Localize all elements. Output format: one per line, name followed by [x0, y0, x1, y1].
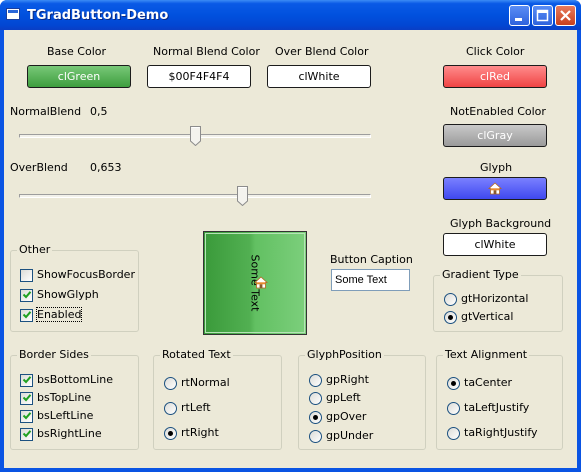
gp-over-radio[interactable] — [309, 411, 322, 424]
ta-left-justify-radio[interactable] — [447, 402, 460, 415]
ta-right-justify-label: taRightJustify — [464, 426, 538, 439]
click-color-button[interactable]: clRed — [443, 65, 547, 88]
gt-horizontal-radio[interactable] — [444, 293, 457, 306]
normal-blend-color-button[interactable]: $00F4F4F4 — [147, 65, 251, 88]
normal-blend-value: 0,5 — [90, 105, 108, 118]
gp-under-radio[interactable] — [309, 430, 322, 443]
minimize-icon — [515, 18, 522, 21]
over-blend-value: 0,653 — [90, 161, 122, 174]
app-window: TGradButton-Demo Base Color clGreen Norm… — [0, 0, 581, 472]
ta-center-radio[interactable] — [447, 377, 460, 390]
glyph-button[interactable] — [443, 177, 547, 200]
rt-normal-label: rtNormal — [181, 376, 230, 389]
gp-under-label: gpUnder — [326, 429, 374, 442]
bs-bottom-line-label: bsBottomLine — [37, 373, 113, 386]
glyph-position-group: GlyphPosition gpRight gpLeft gpOver gpUn… — [298, 348, 426, 450]
bs-left-line-checkbox[interactable] — [20, 410, 33, 423]
checkmark-icon — [22, 394, 32, 402]
rotated-text-group: Rotated Text rtNormal rtLeft rtRight — [153, 348, 282, 450]
ta-right-justify-radio[interactable] — [447, 427, 460, 440]
gp-right-label: gpRight — [326, 373, 369, 386]
window-title: TGradButton-Demo — [27, 8, 169, 23]
close-icon — [560, 10, 571, 21]
bs-right-line-label: bsRightLine — [37, 427, 102, 440]
maximize-button[interactable] — [532, 5, 553, 26]
glyph-background-button[interactable]: clWhite — [443, 233, 547, 256]
enabled-checkbox[interactable] — [20, 309, 33, 322]
not-enabled-color-label: NotEnabled Color — [450, 105, 546, 118]
rt-left-label: rtLeft — [181, 401, 211, 414]
over-blend-color-label: Over Blend Color — [275, 45, 369, 58]
over-blend-slider-thumb[interactable] — [237, 186, 249, 206]
over-blend-color-button[interactable]: clWhite — [267, 65, 371, 88]
ta-left-justify-label: taLeftJustify — [464, 401, 530, 414]
checkmark-icon — [22, 412, 32, 420]
enabled-label: Enabled — [35, 307, 83, 322]
base-color-label: Base Color — [47, 45, 107, 58]
other-group-title: Other — [17, 243, 53, 256]
maximize-icon — [536, 9, 549, 22]
demo-grad-button[interactable]: Some Text — [203, 231, 307, 335]
button-caption-label: Button Caption — [330, 253, 413, 266]
over-blend-label: OverBlend — [10, 161, 68, 174]
base-color-button[interactable]: clGreen — [27, 65, 131, 88]
normal-blend-color-label: Normal Blend Color — [153, 45, 260, 58]
gp-left-radio[interactable] — [309, 392, 322, 405]
client-area: Base Color clGreen Normal Blend Color $0… — [4, 30, 577, 468]
rt-left-radio[interactable] — [164, 402, 177, 415]
gp-right-radio[interactable] — [309, 374, 322, 387]
border-sides-group: Border Sides bsBottomLine bsTopLine bsLe… — [10, 348, 139, 450]
show-focus-border-checkbox[interactable] — [20, 269, 33, 282]
rt-normal-radio[interactable] — [164, 377, 177, 390]
button-caption-input[interactable] — [331, 269, 410, 291]
other-group: Other ShowFocusBorder ShowGlyph Enabled — [10, 243, 139, 332]
bs-left-line-label: bsLeftLine — [37, 409, 94, 422]
click-color-label: Click Color — [466, 45, 525, 58]
text-alignment-group-title: Text Alignment — [443, 348, 530, 361]
gradient-type-group: Gradient Type gtHorizontal gtVertical — [433, 268, 563, 332]
rt-right-label: rtRight — [181, 426, 219, 439]
home-icon — [488, 182, 502, 195]
gp-left-label: gpLeft — [326, 391, 361, 404]
minimize-button[interactable] — [509, 5, 530, 26]
bs-right-line-checkbox[interactable] — [20, 428, 33, 441]
checkmark-icon — [22, 291, 32, 299]
bs-top-line-label: bsTopLine — [37, 391, 92, 404]
gt-horizontal-label: gtHorizontal — [461, 292, 529, 305]
border-sides-group-title: Border Sides — [17, 348, 91, 361]
not-enabled-color-button[interactable]: clGray — [443, 124, 547, 147]
show-glyph-label: ShowGlyph — [37, 288, 99, 301]
glyph-position-group-title: GlyphPosition — [305, 348, 384, 361]
glyph-background-label: Glyph Background — [450, 217, 552, 230]
gt-vertical-radio[interactable] — [444, 311, 457, 324]
ta-center-label: taCenter — [464, 376, 513, 389]
show-glyph-checkbox[interactable] — [20, 289, 33, 302]
glyph-label: Glyph — [480, 161, 513, 174]
normal-blend-slider-thumb[interactable] — [189, 126, 201, 146]
show-focus-border-label: ShowFocusBorder — [37, 268, 135, 281]
checkmark-icon — [22, 430, 32, 438]
bs-top-line-checkbox[interactable] — [20, 392, 33, 405]
checkmark-icon — [22, 311, 32, 319]
gt-vertical-label: gtVertical — [461, 310, 514, 323]
text-alignment-group: Text Alignment taCenter taLeftJustify ta… — [436, 348, 563, 450]
normal-blend-label: NormalBlend — [10, 105, 82, 118]
app-icon — [6, 8, 20, 20]
rotated-text-group-title: Rotated Text — [160, 348, 233, 361]
title-bar[interactable]: TGradButton-Demo — [0, 0, 581, 30]
gp-over-label: gpOver — [326, 410, 367, 423]
close-button[interactable] — [555, 5, 576, 26]
over-blend-track — [19, 194, 371, 198]
gradient-type-group-title: Gradient Type — [440, 268, 521, 281]
rt-right-radio[interactable] — [164, 427, 177, 440]
checkmark-icon — [22, 376, 32, 384]
home-icon — [254, 276, 268, 289]
bs-bottom-line-checkbox[interactable] — [20, 374, 33, 387]
